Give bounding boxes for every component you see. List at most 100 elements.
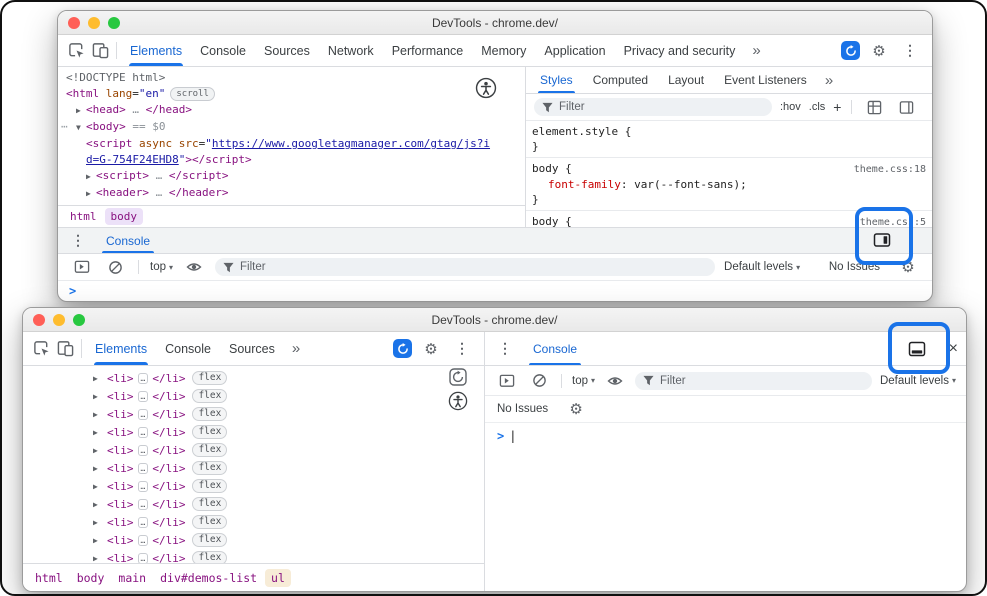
dom-node[interactable]: ▶<li>…</li>flex [23, 549, 484, 563]
expand-arrow-icon[interactable]: ▶ [93, 374, 103, 383]
sync-icon[interactable] [393, 339, 412, 358]
dom-tree[interactable]: ▶<li>…</li>flex▶<li>…</li>flex▶<li>…</li… [23, 366, 484, 563]
issues-status[interactable]: No Issues [497, 403, 548, 415]
expand-arrow-icon[interactable]: ▶ [93, 482, 103, 491]
dom-node[interactable]: ▶<main> … </main> [58, 202, 525, 205]
minimize-window-button[interactable] [88, 17, 100, 29]
dom-node[interactable]: ▶<li>…</li>flex [23, 423, 484, 441]
tab-performance[interactable]: Performance [383, 35, 473, 66]
zoom-window-button[interactable] [108, 17, 120, 29]
refresh-icon[interactable] [449, 368, 467, 386]
more-tabs-icon[interactable]: » [817, 67, 841, 93]
console-sidebar-icon[interactable] [70, 259, 94, 275]
tab-memory[interactable]: Memory [472, 35, 535, 66]
expand-inline-icon[interactable]: … [138, 409, 149, 420]
breadcrumb-html[interactable]: html [29, 569, 69, 587]
expand-inline-icon[interactable]: … [138, 391, 149, 402]
console-filter-input[interactable]: Filter [215, 258, 715, 276]
inspect-icon[interactable] [64, 35, 88, 66]
dom-node[interactable]: <html lang="en"scroll [58, 86, 525, 102]
breadcrumb-body[interactable]: body [71, 569, 111, 587]
flex-adorner-badge[interactable]: flex [192, 515, 227, 529]
expand-arrow-icon[interactable]: ▶ [93, 536, 103, 545]
expand-arrow-icon[interactable]: ▶ [86, 203, 96, 205]
dom-tree[interactable]: <!DOCTYPE html><html lang="en"scroll▶<he… [58, 67, 525, 205]
breadcrumb-ul[interactable]: ul [265, 569, 291, 587]
tab-layout[interactable]: Layout [658, 67, 714, 93]
tab-privacy-and-security[interactable]: Privacy and security [615, 35, 745, 66]
dom-node[interactable]: ▶<li>…</li>flex [23, 441, 484, 459]
tab-sources[interactable]: Sources [220, 332, 284, 365]
flex-adorner-badge[interactable]: flex [192, 425, 227, 439]
expand-arrow-icon[interactable]: ▶ [93, 464, 103, 473]
tab-console[interactable]: Console [156, 332, 220, 365]
settings-gear-icon[interactable]: ⚙ [867, 42, 891, 60]
expand-inline-icon[interactable]: … [138, 553, 149, 564]
dom-node[interactable]: ▶<li>…</li>flex [23, 369, 484, 387]
expand-inline-icon[interactable]: … [138, 463, 149, 474]
dom-node[interactable]: ▶<head> … </head> [58, 102, 525, 119]
device-toolbar-icon[interactable] [53, 332, 77, 365]
accessibility-icon[interactable] [448, 391, 468, 411]
style-property[interactable]: font-family: var(--font-sans); [532, 177, 926, 192]
breadcrumb-main[interactable]: main [112, 569, 152, 587]
expand-inline-icon[interactable]: … [138, 481, 149, 492]
more-tabs-icon[interactable]: » [744, 35, 768, 66]
eye-icon[interactable] [182, 259, 206, 275]
console-filter-input[interactable]: Filter [635, 372, 872, 390]
close-window-button[interactable] [33, 314, 45, 326]
console-prompt[interactable]: > [58, 281, 932, 301]
dom-node[interactable]: ▶<header> … </header> [58, 185, 525, 202]
issues-status[interactable]: No Issues [829, 261, 880, 273]
flex-adorner-badge[interactable]: flex [192, 407, 227, 421]
console-prompt[interactable]: > | [485, 423, 966, 449]
dom-node[interactable]: ▶<li>…</li>flex [23, 477, 484, 495]
flex-adorner-badge[interactable]: flex [192, 371, 227, 385]
expand-arrow-icon[interactable]: ▶ [93, 518, 103, 527]
expand-arrow-icon[interactable]: ▶ [76, 103, 86, 119]
console-settings-gear-icon[interactable]: ⚙ [896, 258, 920, 276]
rule-source-link[interactable]: theme.css:5 [860, 215, 926, 227]
expand-arrow-icon[interactable]: ▼ [76, 120, 86, 136]
rule-source-link[interactable]: theme.css:18 [854, 162, 926, 177]
inspect-icon[interactable] [29, 332, 53, 365]
default-levels-dropdown[interactable]: Default levels ▾ [724, 261, 800, 273]
flex-adorner-badge[interactable]: flex [192, 443, 227, 457]
flex-adorner-badge[interactable]: flex [192, 479, 227, 493]
device-toolbar-icon[interactable] [88, 35, 112, 66]
tab-network[interactable]: Network [319, 35, 383, 66]
dock-to-right-icon[interactable] [873, 231, 891, 249]
node-menu-icon[interactable]: ⋯ [61, 119, 68, 135]
expand-inline-icon[interactable]: … [138, 517, 149, 528]
expand-arrow-icon[interactable]: ▶ [86, 169, 96, 185]
pseudo-state-toggle[interactable]: :hov [780, 101, 801, 113]
rule-selector[interactable]: body { [532, 214, 572, 227]
grid-icon[interactable] [862, 100, 886, 115]
flex-adorner-badge[interactable]: flex [192, 461, 227, 475]
tab-computed[interactable]: Computed [583, 67, 658, 93]
rule-selector[interactable]: body { [532, 161, 572, 176]
settings-gear-icon[interactable]: ⚙ [419, 340, 443, 358]
dom-node[interactable]: ▶<li>…</li>flex [23, 513, 484, 531]
drawer-menu-icon[interactable]: ⋮ [66, 232, 90, 249]
expand-inline-icon[interactable]: … [138, 535, 149, 546]
breadcrumb-body[interactable]: body [105, 208, 144, 225]
new-style-rule-icon[interactable]: + [833, 99, 841, 115]
dom-node[interactable]: <script async src="https://www.googletag… [58, 136, 525, 152]
expand-inline-icon[interactable]: … [138, 445, 149, 456]
rule-selector[interactable]: element.style { [532, 124, 631, 139]
dom-node[interactable]: ▶<li>…</li>flex [23, 495, 484, 513]
sidebar-panel-icon[interactable] [894, 100, 918, 115]
flex-adorner-badge[interactable]: flex [192, 497, 227, 511]
dom-node[interactable]: <!DOCTYPE html> [58, 70, 525, 86]
context-selector[interactable]: top ▾ [150, 261, 173, 273]
flex-adorner-badge[interactable]: flex [192, 551, 227, 563]
clear-console-icon[interactable] [103, 260, 127, 275]
tab-event-listeners[interactable]: Event Listeners [714, 67, 817, 93]
tab-console[interactable]: Console [191, 35, 255, 66]
scroll-adorner-badge[interactable]: scroll [170, 87, 215, 101]
expand-arrow-icon[interactable]: ▶ [86, 186, 96, 202]
tab-console[interactable]: Console [527, 332, 583, 365]
console-settings-gear-icon[interactable]: ⚙ [564, 400, 588, 418]
tab-console-drawer[interactable]: Console [100, 228, 156, 253]
